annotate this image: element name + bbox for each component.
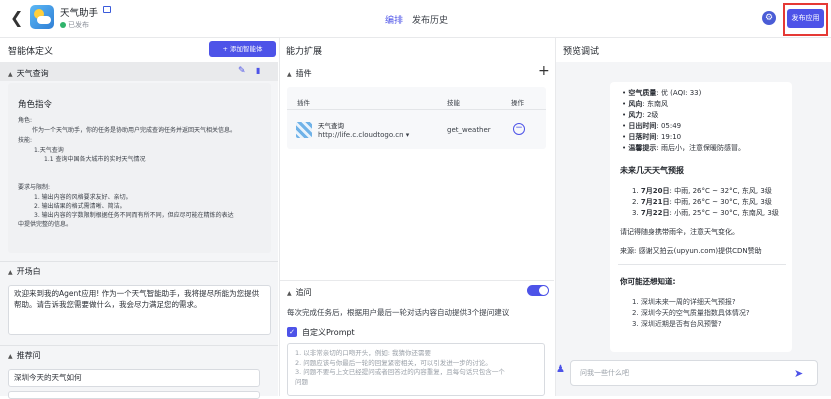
section-weather-query[interactable]: ▲ 天气查询 bbox=[8, 68, 49, 79]
section-opening[interactable]: ▲ 开场白 bbox=[8, 266, 41, 277]
plugin-name: 天气查询 bbox=[318, 122, 344, 130]
recommend-input[interactable]: 深圳今天的天气如何 bbox=[8, 369, 260, 387]
prompt-line: 1. 以非常亲切的口吻开头，例如: 我猜你还需要 bbox=[295, 349, 432, 357]
column-header: 操作 bbox=[511, 99, 524, 107]
forecast-heading: 未来几天天气预报 bbox=[620, 166, 684, 175]
persona-line: 作为一个天气助手，你的任务是协助用户完成查询任务并返回天气相关信息。 bbox=[32, 127, 237, 134]
divider bbox=[0, 345, 278, 346]
chat-input-placeholder: 问我一些什么吧 bbox=[580, 369, 629, 377]
persona-title: 角色指令 bbox=[18, 100, 53, 110]
section-followup[interactable]: ▲ 追问 bbox=[287, 287, 312, 298]
tab-orchestrate[interactable]: 编排 bbox=[385, 13, 403, 26]
suggestion-item[interactable]: 3. 深圳近期是否有台风预警? bbox=[632, 319, 722, 329]
weather-line: • 日落时间: 19:10 bbox=[622, 133, 682, 141]
custom-prompt-textarea[interactable]: 1. 以非常亲切的口吻开头，例如: 我猜你还需要 2. 问题应该与你最后一轮的回… bbox=[287, 343, 545, 396]
persona-line: 角色: bbox=[18, 117, 33, 124]
custom-prompt-label: 自定义Prompt bbox=[302, 328, 355, 337]
weather-line: • 风力: 2级 bbox=[622, 111, 659, 119]
plugin-url-select[interactable]: http://life.c.cloudtogo.cn ▾ bbox=[318, 131, 409, 139]
opening-textarea[interactable]: 欢迎来到我的Agent应用! 作为一个天气智能助手，我将提尽所能为您提供帮助。请… bbox=[8, 285, 271, 335]
forecast-item: 3. 7月22日: 小雨, 25°C ~ 30°C, 东南风, 3级 bbox=[632, 209, 779, 217]
collapse-icon: ▲ bbox=[8, 71, 13, 78]
collapse-icon: ▲ bbox=[8, 353, 13, 360]
recommend-input[interactable] bbox=[8, 391, 260, 399]
app-title: 天气助手 bbox=[60, 8, 99, 19]
forecast-item: 1. 7月20日: 中雨, 26°C ~ 32°C, 东风, 3级 bbox=[632, 187, 772, 195]
top-bar: ❮ 天气助手 已发布 编排 发布历史 ⚙ 发布应用 bbox=[0, 0, 831, 38]
clear-history-icon[interactable]: ♟ bbox=[556, 364, 565, 375]
weather-line: • 风向: 东南风 bbox=[622, 100, 668, 108]
tab-publish-history[interactable]: 发布历史 bbox=[412, 13, 448, 26]
remove-plugin-icon[interactable]: − bbox=[513, 123, 525, 135]
plugin-logo bbox=[296, 122, 312, 138]
app-icon bbox=[30, 5, 54, 29]
followup-toggle[interactable] bbox=[527, 285, 549, 296]
forecast-item: 2. 7月21日: 中雨, 26°C ~ 30°C, 东风, 3级 bbox=[632, 198, 772, 206]
persona-line: 1.天气查询 bbox=[34, 147, 64, 154]
followup-description: 每次完成任务后，根据用户最后一轮对话内容自动提供3个提问建议 bbox=[287, 308, 510, 317]
collapse-icon: ▲ bbox=[287, 71, 292, 78]
collapse-icon: ▲ bbox=[287, 290, 292, 297]
preview-heading: 预览调试 bbox=[563, 47, 600, 57]
published-check-icon bbox=[60, 22, 66, 28]
section-recommend[interactable]: ▲ 推荐问 bbox=[8, 350, 41, 361]
prompt-line: 3. 问题不要与上文已经提问或者回答过的内容重复，且每句话只包含一个 bbox=[295, 368, 505, 376]
gear-icon[interactable]: ⚙ bbox=[762, 11, 776, 25]
divider bbox=[618, 264, 786, 265]
custom-prompt-checkbox[interactable]: ✓ bbox=[287, 327, 297, 337]
persona-line: 1.1 查询中国各大城市的实时天气情况 bbox=[44, 156, 146, 163]
trash-icon[interactable]: ▮ bbox=[256, 66, 260, 75]
plugin-skill: get_weather bbox=[447, 126, 491, 134]
column-header: 技能 bbox=[447, 99, 460, 107]
source-text: 来源: 感谢又拍云(upyun.com)提供CDN赞助 bbox=[620, 247, 762, 255]
pencil-icon[interactable]: ✎ bbox=[238, 66, 246, 76]
capability-heading: 能力扩展 bbox=[286, 47, 323, 57]
publish-button[interactable]: 发布应用 bbox=[787, 9, 824, 28]
divider bbox=[287, 109, 546, 110]
weather-line: • 温馨提示: 雨后小，注意保暖防感冒。 bbox=[622, 144, 745, 152]
send-icon[interactable]: ➤ bbox=[794, 367, 803, 380]
edit-title-icon[interactable] bbox=[103, 6, 111, 13]
agent-definition-heading: 智能体定义 bbox=[8, 47, 54, 57]
persona-line: 2. 输出结果的格式需清晰、简洁。 bbox=[34, 203, 126, 210]
prompt-line: 2. 问题应该与你最后一轮的回复紧密相关，可以引发进一步的讨论。 bbox=[295, 358, 492, 367]
back-arrow-icon[interactable]: ❮ bbox=[10, 9, 23, 27]
divider bbox=[280, 280, 554, 281]
persona-line: 1. 输出内容的风格要求友好、亲切。 bbox=[34, 194, 132, 201]
add-plugin-icon[interactable]: + bbox=[538, 63, 550, 79]
suggest-heading: 你可能还想知道: bbox=[620, 277, 676, 286]
suggestion-item[interactable]: 1. 深圳未来一周的详细天气预报? bbox=[632, 297, 736, 307]
weather-line: • 空气质量: 优 (AQI: 33) bbox=[622, 89, 702, 97]
suggestion-item[interactable]: 2. 深圳今天的空气质量指数具体情况? bbox=[632, 308, 750, 318]
persona-line: 中提供完整的信息。 bbox=[18, 221, 73, 228]
persona-line: 要求与限制: bbox=[18, 184, 51, 191]
persona-line: 3. 输出内容的字数限制根据任务不同而有所不同，但应尽可能在精炼的表达 bbox=[34, 212, 234, 219]
column-header: 插件 bbox=[297, 99, 310, 107]
weather-line: • 日出时间: 05:49 bbox=[622, 122, 682, 130]
plugin-table bbox=[287, 87, 546, 149]
section-plugins[interactable]: ▲ 插件 bbox=[287, 68, 312, 79]
prompt-line: 问题 bbox=[295, 377, 308, 386]
publish-status: 已发布 bbox=[60, 20, 89, 30]
collapse-icon: ▲ bbox=[8, 269, 13, 276]
reminder-text: 请记得随身携带雨伞，注意天气变化。 bbox=[620, 228, 739, 236]
persona-line: 技能: bbox=[18, 137, 33, 144]
add-agent-button[interactable]: + 添加智能体 bbox=[209, 41, 276, 57]
divider bbox=[0, 261, 278, 262]
